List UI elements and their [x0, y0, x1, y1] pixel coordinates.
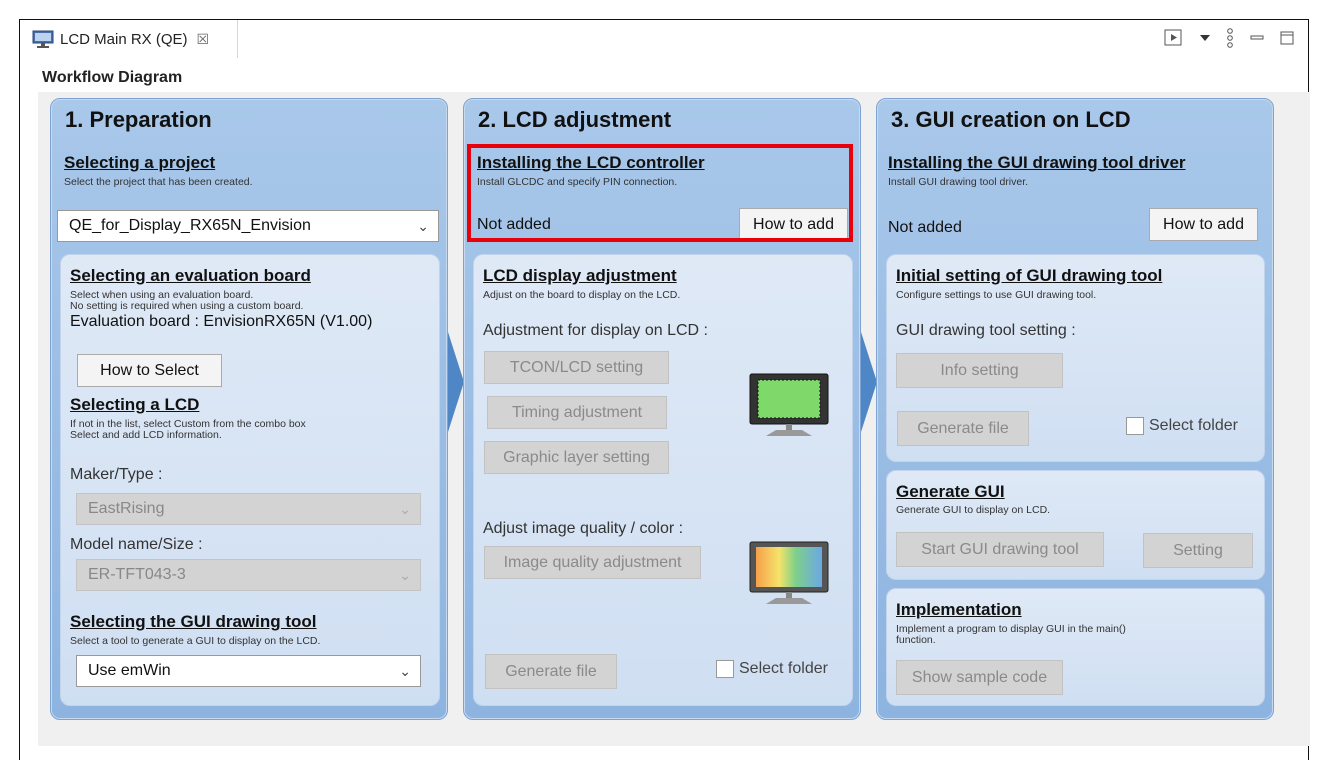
model-name-combo[interactable]: ER-TFT043-3 ⌄	[76, 559, 421, 591]
workflow-title: Workflow Diagram	[42, 69, 183, 86]
gui-creation-title: 3. GUI creation on LCD	[891, 107, 1131, 132]
install-lcd-controller-desc: Install GLCDC and specify PIN connection…	[477, 176, 678, 188]
generate-gui-title: Generate GUI	[896, 482, 1005, 501]
gui-generate-file-button[interactable]: Generate file	[897, 411, 1029, 446]
select-board-title: Selecting an evaluation board	[70, 266, 311, 285]
close-icon[interactable]: ☒	[197, 31, 210, 48]
gui-setting-button[interactable]: Setting	[1143, 533, 1253, 568]
chevron-down-icon: ⌄	[399, 567, 411, 583]
lcd-monitor-icon	[749, 373, 829, 436]
gui-driver-status: Not added	[888, 219, 962, 236]
select-project-desc: Select the project that has been created…	[64, 176, 253, 188]
adjustment-display-label: Adjustment for display on LCD :	[483, 322, 708, 339]
model-name-value: ER-TFT043-3	[88, 566, 186, 583]
lcd-controller-how-to-add-button[interactable]: How to add	[739, 208, 848, 241]
initial-setting-desc: Configure settings to use GUI drawing to…	[896, 289, 1097, 301]
initial-setting-title: Initial setting of GUI drawing tool	[896, 266, 1163, 285]
minimize-icon[interactable]	[1250, 31, 1264, 45]
tcon-lcd-setting-button[interactable]: TCON/LCD setting	[484, 351, 669, 384]
info-setting-button[interactable]: Info setting	[896, 353, 1063, 388]
chevron-down-icon: ⌄	[399, 501, 411, 517]
start-gui-tool-button[interactable]: Start GUI drawing tool	[896, 532, 1104, 567]
gui-tool-value: Use emWin	[88, 662, 171, 679]
gui-driver-how-to-add-button[interactable]: How to add	[1149, 208, 1258, 241]
gui-tool-setting-label: GUI drawing tool setting :	[896, 322, 1076, 339]
chevron-down-icon: ⌄	[417, 218, 429, 234]
implementation-title: Implementation	[896, 600, 1022, 619]
gui-select-folder-checkbox[interactable]: Select folder	[1126, 417, 1238, 435]
lcd-controller-status: Not added	[477, 216, 551, 233]
graphic-layer-setting-button[interactable]: Graphic layer setting	[484, 441, 669, 474]
checkbox-icon	[716, 660, 734, 678]
generate-gui-desc: Generate GUI to display on LCD.	[896, 504, 1051, 516]
install-gui-driver-desc: Install GUI drawing tool driver.	[888, 176, 1029, 188]
implementation-desc2: function.	[896, 634, 936, 646]
timing-adjustment-button[interactable]: Timing adjustment	[487, 396, 667, 429]
select-gui-tool-desc: Select a tool to generate a GUI to displ…	[70, 635, 321, 647]
tab-lcd-main[interactable]: LCD Main RX (QE) ☒	[20, 20, 238, 58]
how-to-select-button[interactable]: How to Select	[77, 354, 222, 387]
model-name-label: Model name/Size :	[70, 536, 203, 553]
lcd-adjustment-title: 2. LCD adjustment	[478, 107, 672, 132]
gui-select-folder-label: Select folder	[1149, 417, 1238, 434]
more-icon[interactable]	[1226, 27, 1234, 49]
evaluation-board-value: Evaluation board : EnvisionRX65N (V1.00)	[70, 313, 373, 330]
image-quality-label: Adjust image quality / color :	[483, 520, 684, 537]
dropdown-arrow-icon[interactable]	[1200, 34, 1210, 42]
run-view-icon[interactable]	[1164, 29, 1184, 47]
chevron-down-icon: ⌄	[399, 663, 411, 679]
gui-tool-combo[interactable]: Use emWin ⌄	[76, 655, 421, 687]
show-sample-code-button[interactable]: Show sample code	[896, 660, 1063, 695]
select-project-title: Selecting a project	[64, 153, 216, 172]
lcd-select-folder-label: Select folder	[739, 660, 828, 677]
lcd-generate-file-button[interactable]: Generate file	[485, 654, 617, 689]
install-lcd-controller-title: Installing the LCD controller	[477, 153, 705, 172]
monitor-icon	[32, 30, 54, 48]
editor-tab-bar: LCD Main RX (QE) ☒	[20, 20, 1308, 58]
maker-type-label: Maker/Type :	[70, 466, 163, 483]
tab-title: LCD Main RX (QE)	[60, 30, 188, 48]
install-gui-driver-title: Installing the GUI drawing tool driver	[888, 153, 1186, 172]
select-gui-tool-title: Selecting the GUI drawing tool	[70, 612, 317, 631]
maximize-icon[interactable]	[1280, 31, 1294, 45]
image-quality-adjustment-button[interactable]: Image quality adjustment	[484, 546, 701, 579]
lcd-display-adjustment-desc: Adjust on the board to display on the LC…	[483, 289, 681, 301]
preparation-title: 1. Preparation	[65, 107, 212, 132]
lcd-color-monitor-icon	[749, 541, 829, 604]
lcd-select-folder-checkbox[interactable]: Select folder	[716, 660, 828, 678]
lcd-display-adjustment-title: LCD display adjustment	[483, 266, 677, 285]
maker-type-combo[interactable]: EastRising ⌄	[76, 493, 421, 525]
maker-type-value: EastRising	[88, 500, 165, 517]
select-lcd-desc2: Select and add LCD information.	[70, 429, 222, 441]
view-toolbar	[1164, 27, 1294, 49]
select-lcd-title: Selecting a LCD	[70, 395, 200, 414]
project-combo-value: QE_for_Display_RX65N_Envision	[69, 217, 311, 234]
checkbox-icon	[1126, 417, 1144, 435]
select-board-desc2: No setting is required when using a cust…	[70, 300, 304, 312]
project-combo[interactable]: QE_for_Display_RX65N_Envision ⌄	[57, 210, 439, 242]
